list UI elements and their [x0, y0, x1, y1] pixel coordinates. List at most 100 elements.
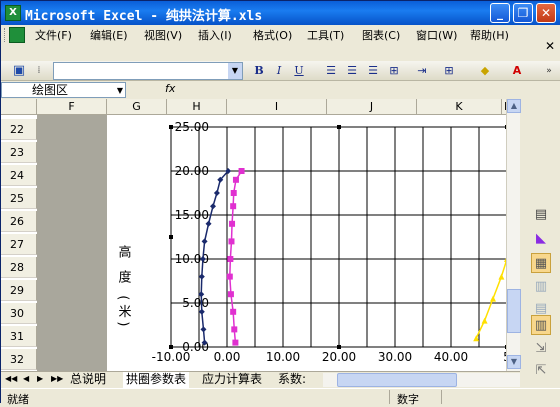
menu-file[interactable]: 文件(F) — [35, 27, 72, 43]
row-header[interactable]: 28 — [1, 257, 37, 278]
toolbar-options-icon[interactable]: ⁞ — [31, 63, 47, 79]
drawing-toolbar: ▤ ◣ ▦ ▥ ▤ ▥ ⇲ ⇱ — [522, 99, 560, 389]
x-tick-label: 40.00 — [434, 350, 468, 364]
formatting-toolbar: ▣ ⁞ ▼ B I U ☰ ☰ ☰ ⊞ ⇥ ⊞ ◆ A » — [1, 61, 560, 81]
column-header-k[interactable]: K — [417, 99, 502, 115]
chart-area[interactable]: -10.000.0010.0020.0030.0040.005 0.005.00… — [107, 115, 520, 371]
chart-type-icon[interactable]: ◣ — [531, 229, 551, 249]
column-header-f[interactable]: F — [37, 99, 107, 115]
menu-insert[interactable]: 插入(I) — [198, 27, 232, 43]
font-name-combo[interactable]: ▼ — [53, 62, 243, 80]
selection-handle — [337, 125, 341, 129]
title-bar: X Microsoft Excel - 纯拱法计算.xls _ ❐ ✕ — [1, 1, 560, 25]
row-header[interactable]: 26 — [1, 211, 37, 232]
status-ready: 就绪 — [7, 393, 29, 406]
row-header[interactable]: 32 — [1, 349, 37, 370]
data-point — [210, 203, 216, 210]
row-header[interactable]: 24 — [1, 165, 37, 186]
x-tick-label: 0.00 — [214, 350, 241, 364]
fill-color-icon[interactable]: ◆ — [477, 63, 493, 79]
scroll-up-button[interactable]: ▲ — [507, 99, 521, 113]
sheet-tab-arch-params[interactable]: 拱圈参数表 — [123, 372, 190, 388]
angle-text-up-icon[interactable]: ⇱ — [531, 361, 551, 381]
save-icon[interactable]: ▣ — [11, 63, 27, 79]
align-right-icon[interactable]: ☰ — [365, 63, 381, 79]
row-header[interactable]: 25 — [1, 188, 37, 209]
underline-button[interactable]: U — [291, 63, 307, 79]
data-point — [227, 291, 234, 298]
column-header-j[interactable]: J — [327, 99, 417, 115]
chevron-down-icon[interactable]: ▼ — [228, 63, 242, 79]
row-header[interactable]: 27 — [1, 234, 37, 255]
indent-icon[interactable]: ⇥ — [414, 63, 430, 79]
worksheet-grid[interactable]: F G H I J K L 22 23 24 25 26 27 28 29 30… — [1, 99, 520, 371]
font-color-icon[interactable]: A — [509, 63, 525, 79]
data-table-icon[interactable]: ▥ — [531, 277, 551, 297]
menu-format[interactable]: 格式(O) — [253, 27, 292, 43]
data-point — [490, 295, 496, 302]
row-header[interactable]: 23 — [1, 142, 37, 163]
legend-icon[interactable]: ▦ — [531, 253, 551, 273]
italic-button[interactable]: I — [271, 63, 287, 79]
next-sheet-icon[interactable]: ▶ — [37, 374, 43, 383]
document-icon[interactable] — [9, 27, 25, 43]
data-point — [473, 335, 480, 342]
toolbar-more-icon[interactable]: » — [541, 63, 557, 79]
menu-window[interactable]: 窗口(W) — [416, 27, 457, 43]
chart-svg[interactable]: -10.000.0010.0020.0030.0040.005 0.005.00… — [107, 115, 520, 371]
chart-wizard-icon[interactable]: ▤ — [531, 205, 551, 225]
status-divider — [389, 390, 390, 404]
horizontal-scrollbar[interactable] — [323, 373, 520, 387]
borders-icon[interactable]: ⊞ — [441, 63, 457, 79]
selection-handle — [169, 235, 173, 239]
sheet-tab-overview[interactable]: 总说明 — [67, 372, 109, 388]
menu-view[interactable]: 视图(V) — [144, 27, 182, 43]
name-box[interactable]: 绘图区 ▼ — [1, 82, 126, 98]
y-tick-label: 15.00 — [175, 208, 209, 222]
data-point — [481, 317, 488, 324]
formula-bar: 绘图区 ▼ fx — [1, 81, 560, 99]
x-tick-label: 30.00 — [378, 350, 412, 364]
angle-text-down-icon[interactable]: ⇲ — [531, 339, 551, 359]
window-title: Microsoft Excel - 纯拱法计算.xls — [25, 9, 263, 24]
row-header[interactable]: 31 — [1, 326, 37, 347]
row-header[interactable]: 29 — [1, 280, 37, 301]
menu-chart[interactable]: 图表(C) — [362, 27, 400, 43]
column-header-g[interactable]: G — [107, 99, 167, 115]
excel-app-icon[interactable]: X — [5, 5, 21, 21]
sheet-tab-coefficients[interactable]: 系数: — [275, 372, 309, 388]
column-header-i[interactable]: I — [227, 99, 327, 115]
scroll-down-button[interactable]: ▼ — [507, 355, 521, 369]
document-close-button[interactable]: ✕ — [545, 39, 555, 53]
data-point — [232, 176, 239, 183]
vertical-scrollbar[interactable]: ▲ ▼ — [506, 99, 521, 371]
last-sheet-icon[interactable]: ▶▶ — [51, 374, 63, 383]
close-button[interactable]: ✕ — [536, 3, 556, 23]
minimize-button[interactable]: _ — [490, 3, 510, 23]
data-point — [231, 326, 238, 333]
column-header-h[interactable]: H — [167, 99, 227, 115]
align-left-icon[interactable]: ☰ — [323, 63, 339, 79]
row-header[interactable]: 30 — [1, 303, 37, 324]
status-bar: 就绪 数字 — [1, 388, 560, 406]
horizontal-scroll-thumb[interactable] — [337, 373, 457, 387]
chevron-down-icon[interactable]: ▼ — [117, 84, 123, 98]
y-tick-label: 20.00 — [175, 164, 209, 178]
status-divider — [441, 390, 442, 404]
align-center-icon[interactable]: ☰ — [344, 63, 360, 79]
menu-help[interactable]: 帮助(H) — [470, 27, 509, 43]
menu-tools[interactable]: 工具(T) — [307, 27, 344, 43]
menu-grip[interactable] — [4, 28, 7, 42]
vertical-scroll-thumb[interactable] — [507, 289, 521, 333]
first-sheet-icon[interactable]: ◀◀ — [5, 374, 17, 383]
prev-sheet-icon[interactable]: ◀ — [23, 374, 29, 383]
menu-edit[interactable]: 编辑(E) — [90, 27, 128, 43]
restore-button[interactable]: ❐ — [513, 3, 533, 23]
bold-button[interactable]: B — [251, 63, 267, 79]
select-all-corner[interactable] — [1, 99, 37, 115]
fx-icon[interactable]: fx — [165, 82, 175, 95]
sheet-tab-stress-calc[interactable]: 应力计算表 — [199, 372, 265, 388]
merge-center-icon[interactable]: ⊞ — [386, 63, 402, 79]
by-column-icon[interactable]: ▥ — [531, 315, 551, 335]
row-header[interactable]: 22 — [1, 119, 37, 140]
